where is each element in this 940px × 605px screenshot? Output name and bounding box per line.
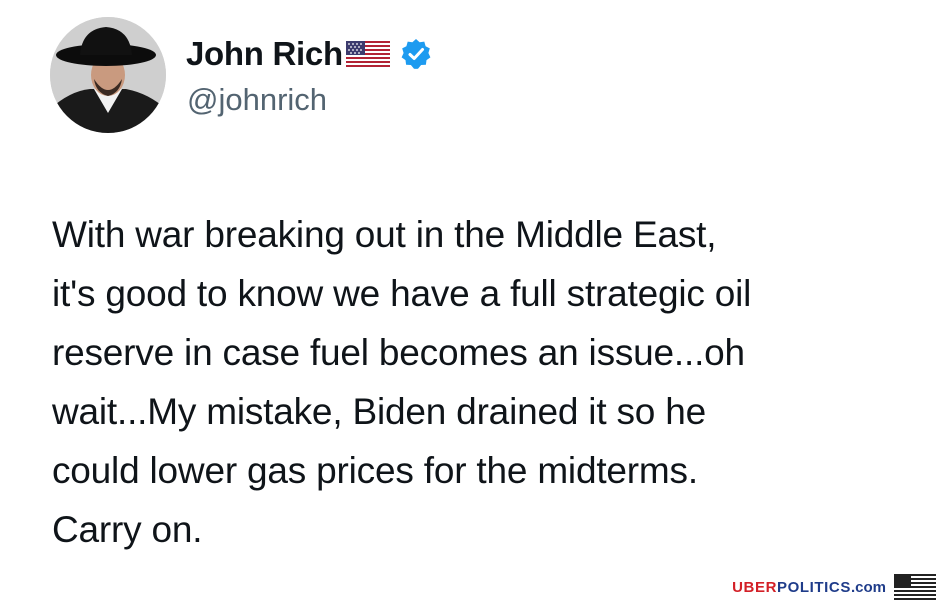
- watermark-part-uber: UBER: [732, 578, 777, 596]
- author-display-name[interactable]: John Rich: [186, 35, 343, 73]
- tweet-card: John Rich @johnrich With war breaking ou…: [0, 0, 940, 605]
- tweet-text: With war breaking out in the Middle East…: [52, 214, 752, 550]
- watermark-part-com: .com: [850, 578, 886, 596]
- watermark: UBER POLITICS .com: [732, 573, 936, 601]
- author-handle[interactable]: @johnrich: [187, 82, 327, 118]
- us-flag-icon: [345, 41, 390, 67]
- verified-badge-icon[interactable]: [400, 38, 432, 70]
- avatar-image: [50, 17, 166, 133]
- watermark-part-politics: POLITICS: [777, 578, 851, 596]
- author-name-row: John Rich: [186, 32, 432, 76]
- avatar[interactable]: [50, 17, 166, 133]
- us-flag-icon: [894, 574, 936, 600]
